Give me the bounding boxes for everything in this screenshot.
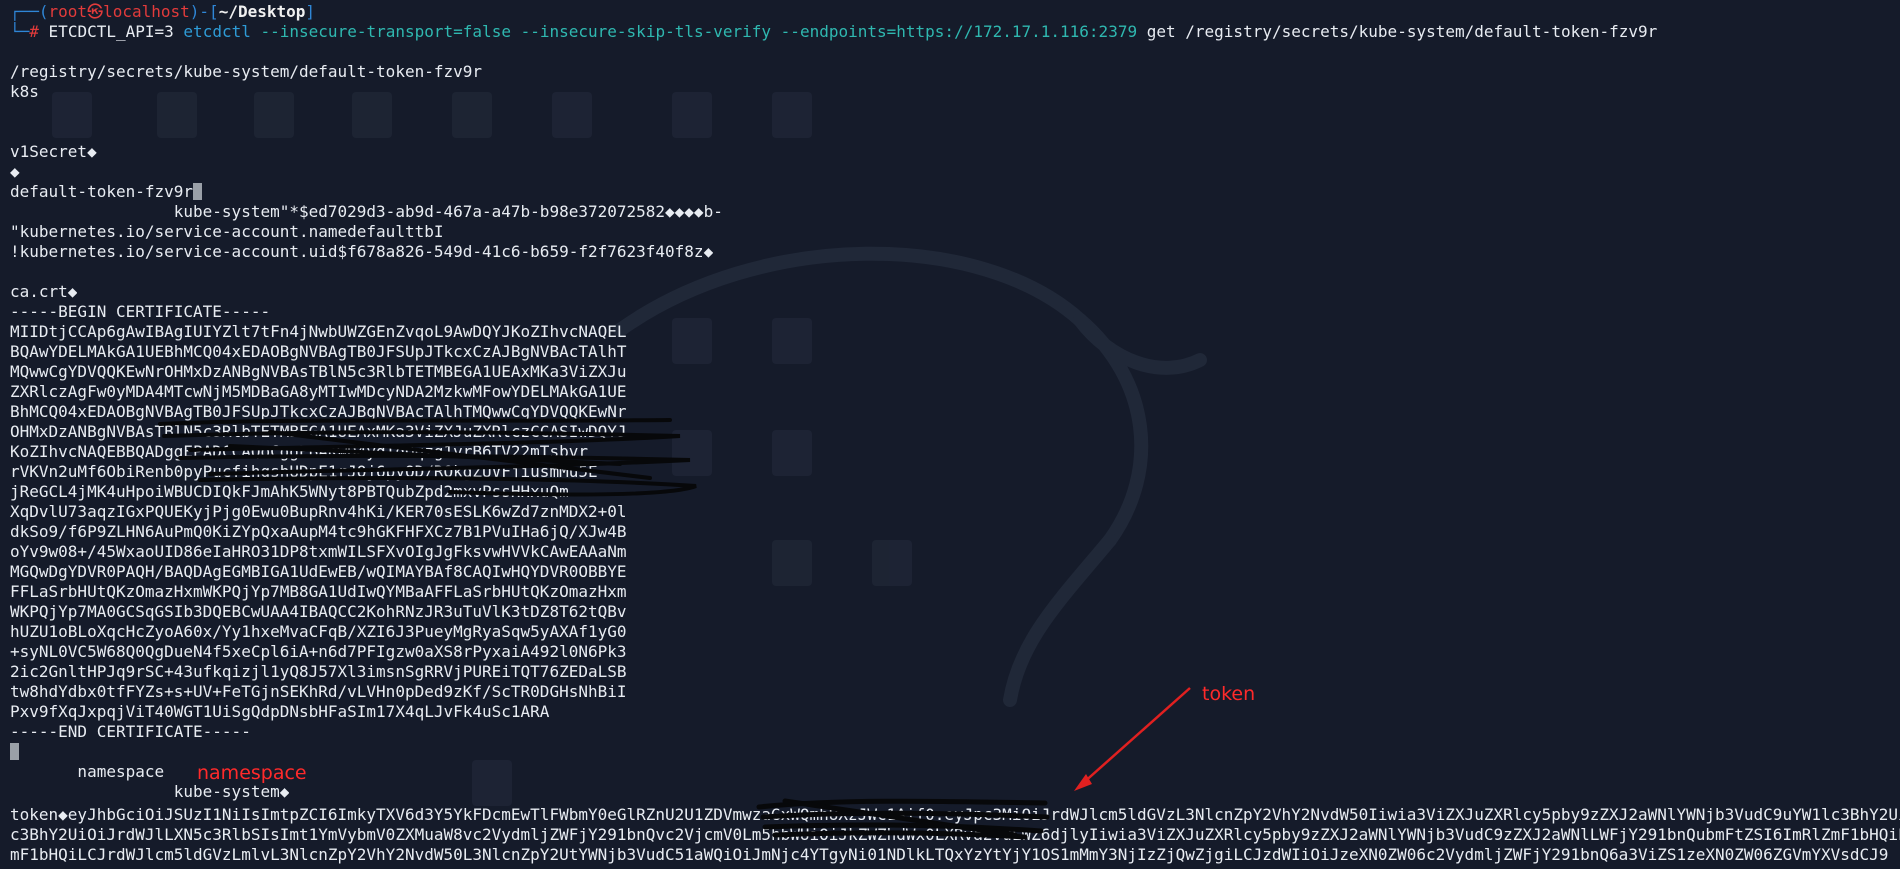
cert-line: WKPQjYp7MA0GCSqGSIb3DQEBCwUAA4IBAQCC2Koh…	[10, 602, 627, 621]
output-name-line: default-token-fzv9r	[10, 182, 203, 202]
cert-line: BQAwYDELMAkGA1UEBhMCQ04xEDAOBgNVBAgTB0JF…	[10, 342, 627, 361]
cert-line: ZXRlczAgFw0yMDA4MTcwNjM5MDBaGA8yMTIwMDcy…	[10, 382, 627, 401]
cert-line: XqDvlU73aqzIGxPQUEKyjPjg0Ewu0BupRnv4hKi/…	[10, 502, 627, 521]
command-program: etcdctl	[183, 22, 251, 41]
output-diamond: ◆	[10, 162, 20, 181]
cert-line: Pxv9fXqJxpqjViT40WGT1UiSgQdpDNsbHFaSIm17…	[10, 702, 550, 721]
output-ns-value: kube-system◆	[10, 782, 290, 801]
output-v1secret: v1Secret◆	[10, 142, 97, 161]
cursor-line	[10, 742, 19, 762]
command-args: get /registry/secrets/kube-system/defaul…	[1146, 22, 1658, 41]
cert-end: -----END CERTIFICATE-----	[10, 722, 251, 741]
cert-line: +syNL0VC5W68Q0QgDueN4f5xeCpl6iA+n6d7PFIg…	[10, 642, 627, 661]
command-env: ETCDCTL_API=3	[48, 22, 174, 41]
cert-line: tw8hdYdbx0tfFYZs+s+UV+FeTGjnSEKhRd/vLVHn…	[10, 682, 627, 701]
cert-line: KoZIhvcNAQEBBQADggEPADCCAQoCggEBAKwD4ydT…	[10, 442, 588, 461]
cert-line: jReGCL4jMK4uHpoiWBUCDIQkFJmAhK5WNyt8PBTQ…	[10, 482, 569, 501]
text-cursor	[193, 183, 203, 200]
namespace-annotation: namespace	[197, 762, 307, 784]
cert-line: OHMxDzANBgNVBAsTBlN5c3RlbTETMBEGA1UEAxMK…	[10, 422, 627, 441]
prompt-dir: ~/Desktop	[218, 2, 306, 21]
cert-line: MIIDtjCCAp6gAwIBAgIUIYZlt7tFn4jNwbUWZGEn…	[10, 322, 627, 341]
cert-line: hUZU1oBLoXqcHcZyoA60x/Yy1hxeMvaCFqB/XZI6…	[10, 622, 627, 641]
output-ca-key: ca.crt◆	[10, 282, 78, 301]
output-anno-name: "kubernetes.io/service-account.namedefau…	[10, 222, 444, 241]
skull-icon: ㉿	[87, 2, 104, 21]
cert-line: BhMCQ04xEDAOBgNVBAgTB0JFSUpJTkcxCzAJBgNV…	[10, 402, 627, 421]
prompt-line-1: ┌──(root㉿localhost)-[~/Desktop]	[10, 2, 316, 21]
prompt-host: localhost	[103, 2, 190, 21]
output-key: /registry/secrets/kube-system/default-to…	[10, 62, 483, 81]
output-ns-uid: kube-system"*$ed7029d3-ab9d-467a-a47b-b9…	[10, 202, 723, 221]
cert-begin: -----BEGIN CERTIFICATE-----	[10, 302, 271, 321]
token-annotation: token	[1202, 683, 1256, 705]
output-anno-uid: !kubernetes.io/service-account.uid$f678a…	[10, 242, 714, 261]
text-cursor	[10, 743, 19, 760]
token-wrap-2: mF1bHQiLCJrdWJlcm5ldGVzLmlvL3NlcnZpY2VhY…	[10, 845, 1889, 864]
output-k8s: k8s	[10, 82, 39, 101]
token-wrap-1: c3BhY2UiOiJrdWJlLXN5c3RlbSIsImt1YmVybmV0…	[10, 825, 1900, 844]
token-line: token◆eyJhbGciOiJSUzI1NiIsImtpZCI6ImkyTX…	[10, 805, 1900, 824]
cert-line: rVKVn2uMf6ObiRenb0pyPucfihgshUDpE1rJQj6p…	[10, 462, 598, 481]
cert-line: oYv9w08+/45WxaoUID86eIaHRO31DP8txmWILSFX…	[10, 542, 627, 561]
cert-line: dkSo9/f6P9ZLHN6AuPmQ0KiZYpQxaAupM4tc9hGK…	[10, 522, 627, 541]
terminal-window[interactable]: ┌──(root㉿localhost)-[~/Desktop] └─# ETCD…	[0, 0, 1900, 869]
cert-line: 2ic2GnltHPJq9rSC+43ufkqizjl1yQ8J57Xl3ims…	[10, 662, 627, 681]
output-ns-label: namespace	[10, 762, 165, 781]
output-secret-name: default-token-fzv9r	[10, 182, 194, 201]
command-options: --insecure-transport=false --insecure-sk…	[260, 22, 1138, 41]
cert-line: MQwwCgYDVQQKEwNrOHMxDzANBgNVBAsTBlN5c3Rl…	[10, 362, 627, 381]
command-line[interactable]: └─# ETCDCTL_API=3 etcdctl --insecure-tra…	[10, 22, 1657, 42]
cert-line: MGQwDgYDVR0PAQH/BAQDAgEGMBIGA1UdEwEB/wQI…	[10, 562, 627, 581]
prompt-user: root	[48, 2, 88, 21]
cert-line: FFLaSrbHUtQKzOmazHxmWKPQjYp7MB8GA1UdIwQY…	[10, 582, 627, 601]
